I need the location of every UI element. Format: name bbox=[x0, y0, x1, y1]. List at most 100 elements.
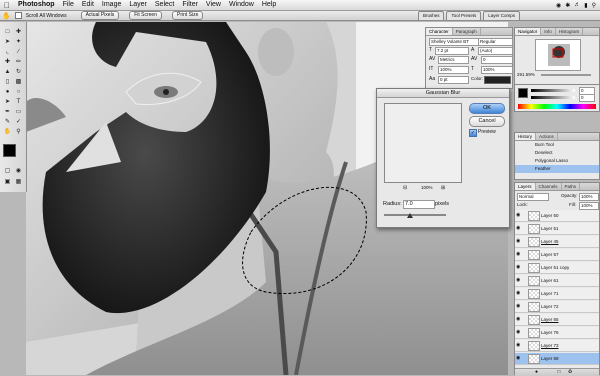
layer-row[interactable]: ◉ Layer 50 bbox=[515, 210, 599, 222]
font-style-select[interactable]: Regular bbox=[478, 38, 513, 46]
path-selection-tool-icon[interactable]: ➤ bbox=[3, 98, 12, 106]
color-slider-1[interactable] bbox=[531, 89, 575, 92]
menu-view[interactable]: View bbox=[202, 0, 225, 10]
layer-visibility-eye-icon[interactable]: ◉ bbox=[516, 275, 522, 286]
radius-slider-thumb[interactable] bbox=[407, 213, 413, 218]
font-family-select[interactable]: Shelley Volante BT bbox=[429, 38, 479, 46]
history-item-feather[interactable]: Feather bbox=[515, 165, 599, 173]
layer-row[interactable]: ◉ Layer 57 bbox=[515, 249, 599, 261]
blur-preview[interactable] bbox=[384, 103, 462, 183]
actual-pixels-button[interactable]: Actual Pixels bbox=[80, 11, 120, 20]
radius-field[interactable]: 7.0 bbox=[403, 200, 435, 209]
quick-mask-icon[interactable]: ◉ bbox=[14, 167, 23, 175]
leading-field[interactable]: (Auto) bbox=[478, 47, 513, 55]
layer-row[interactable]: ◉ Layer 45 bbox=[515, 236, 599, 248]
layer-visibility-eye-icon[interactable]: ◉ bbox=[516, 223, 522, 234]
history-brush-tool-icon[interactable]: ↻ bbox=[14, 68, 23, 76]
text-color-swatch[interactable] bbox=[484, 76, 511, 84]
font-size-field[interactable]: 7.2 pt bbox=[435, 47, 469, 55]
color-value-2[interactable]: 0 bbox=[579, 94, 595, 102]
spotlight-icon[interactable]: ⚲ bbox=[592, 2, 596, 9]
layer-visibility-eye-icon[interactable]: ◉ bbox=[516, 353, 522, 364]
tab-character[interactable]: Character bbox=[426, 28, 453, 35]
lasso-tool-icon[interactable]: ➤ bbox=[3, 38, 12, 46]
radius-slider-track[interactable] bbox=[384, 214, 446, 216]
hand-tool-icon[interactable]: ✋ bbox=[3, 128, 12, 136]
navigator-thumbnail[interactable] bbox=[535, 39, 581, 71]
color-slider-2[interactable] bbox=[531, 96, 575, 99]
tab-actions[interactable]: Actions bbox=[536, 133, 558, 140]
tab-histogram[interactable]: Histogram bbox=[556, 28, 584, 35]
layer-visibility-eye-icon[interactable]: ◉ bbox=[516, 210, 522, 221]
healing-brush-tool-icon[interactable]: ✚ bbox=[3, 58, 12, 66]
layer-visibility-eye-icon[interactable]: ◉ bbox=[516, 236, 522, 247]
layer-row[interactable]: ◉ Layer 76 bbox=[515, 327, 599, 339]
cancel-button[interactable]: Cancel bbox=[469, 116, 505, 127]
bluetooth-icon[interactable]: ✱ bbox=[565, 2, 570, 9]
blend-mode-select[interactable]: Normal bbox=[517, 193, 549, 201]
well-tab-layer-comps[interactable]: Layer Comps bbox=[483, 11, 520, 20]
tab-paragraph[interactable]: Paragraph bbox=[453, 28, 481, 35]
navigator-zoom-value[interactable]: 291.59% bbox=[517, 72, 535, 77]
shape-tool-icon[interactable]: ▭ bbox=[14, 108, 23, 116]
tab-layers[interactable]: Layers bbox=[515, 183, 536, 190]
tab-navigator[interactable]: Navigator bbox=[515, 28, 542, 35]
battery-icon[interactable]: ▮ bbox=[584, 2, 587, 9]
menu-window[interactable]: Window bbox=[225, 0, 258, 10]
layer-row[interactable]: ◉ Layer 59 bbox=[515, 353, 599, 365]
slice-tool-icon[interactable]: ∕ bbox=[14, 48, 23, 56]
layer-row[interactable]: ◉ Layer 72 bbox=[515, 301, 599, 313]
history-item-polygonal-lasso[interactable]: Polygonal Lasso bbox=[515, 157, 599, 165]
tab-history[interactable]: History bbox=[515, 133, 537, 140]
layer-visibility-eye-icon[interactable]: ◉ bbox=[516, 301, 522, 312]
menu-file[interactable]: File bbox=[59, 0, 78, 10]
kerning-field[interactable]: Metrics bbox=[438, 56, 469, 64]
color-panel-swatch[interactable] bbox=[518, 88, 528, 98]
move-tool-icon[interactable]: ✚ bbox=[14, 28, 23, 36]
opacity-field[interactable]: 100% bbox=[579, 193, 599, 201]
well-tab-brushes[interactable]: Brushes bbox=[417, 11, 445, 20]
layer-visibility-eye-icon[interactable]: ◉ bbox=[516, 288, 522, 299]
screen-mode-icon[interactable]: ▣ bbox=[3, 178, 12, 186]
vertical-scale-field[interactable]: 100% bbox=[438, 66, 469, 74]
brush-tool-icon[interactable]: ✏ bbox=[14, 58, 23, 66]
preview-checkbox[interactable]: ✓ bbox=[469, 129, 477, 137]
pen-tool-icon[interactable]: ✒ bbox=[3, 108, 12, 116]
menu-image[interactable]: Image bbox=[98, 0, 125, 10]
blur-tool-icon[interactable]: ● bbox=[3, 88, 12, 96]
fit-screen-button[interactable]: Fit Screen bbox=[129, 11, 162, 20]
magic-wand-tool-icon[interactable]: ✦ bbox=[14, 38, 23, 46]
tab-channels[interactable]: Channels bbox=[536, 183, 562, 190]
menu-filter[interactable]: Filter bbox=[178, 0, 202, 10]
layer-row[interactable]: ◉ Layer 51 copy bbox=[515, 262, 599, 274]
horizontal-scale-field[interactable]: 100% bbox=[481, 66, 513, 74]
fill-field[interactable]: 100% bbox=[579, 202, 599, 210]
tab-info[interactable]: Info bbox=[541, 28, 556, 35]
eyedropper-tool-icon[interactable]: ✓ bbox=[14, 118, 23, 126]
menu-app-name[interactable]: Photoshop bbox=[14, 0, 59, 10]
hand-tool-preset-icon[interactable]: ✋ bbox=[2, 12, 11, 20]
menu-help[interactable]: Help bbox=[258, 0, 280, 10]
menu-edit[interactable]: Edit bbox=[78, 0, 98, 10]
eraser-tool-icon[interactable]: ▯ bbox=[3, 78, 12, 86]
ok-button[interactable]: OK bbox=[469, 103, 505, 114]
layer-row[interactable]: ◉ Layer 51 bbox=[515, 223, 599, 235]
layer-visibility-eye-icon[interactable]: ◉ bbox=[516, 327, 522, 338]
navigator-zoom-slider[interactable] bbox=[541, 74, 591, 76]
delete-layer-icon[interactable]: ♻ bbox=[568, 369, 572, 375]
add-layer-style-icon[interactable]: ● bbox=[535, 369, 538, 375]
layer-row[interactable]: ◉ Layer 61 bbox=[515, 275, 599, 287]
history-item-burn-tool[interactable]: Burn Tool bbox=[515, 141, 599, 149]
zoom-tool-icon[interactable]: ⚲ bbox=[14, 128, 23, 136]
baseline-shift-field[interactable]: 0 pt bbox=[438, 76, 469, 84]
preview-zoom-in-button[interactable]: ⊞ bbox=[441, 185, 445, 191]
standard-mode-icon[interactable]: ▢ bbox=[3, 167, 12, 175]
foreground-color-swatch[interactable] bbox=[3, 144, 16, 157]
new-layer-icon[interactable]: □ bbox=[557, 369, 560, 375]
tracking-field[interactable]: 0 bbox=[481, 56, 513, 64]
full-screen-mode-icon[interactable]: ▦ bbox=[14, 178, 23, 186]
preview-zoom-out-button[interactable]: ⊟ bbox=[403, 185, 407, 191]
marquee-tool-icon[interactable]: □ bbox=[3, 28, 12, 36]
type-tool-icon[interactable]: T bbox=[14, 98, 23, 106]
menu-select[interactable]: Select bbox=[151, 0, 178, 10]
